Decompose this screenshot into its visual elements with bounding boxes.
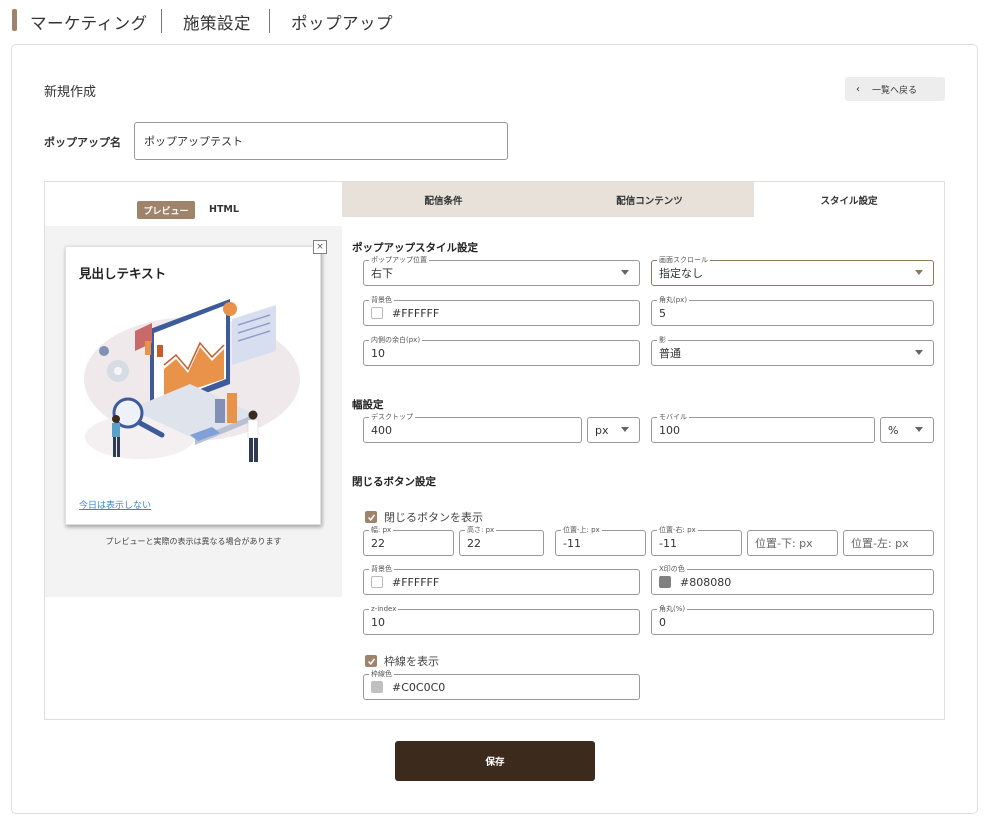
padding-label: 内側の余白(px): [369, 336, 423, 344]
show-border-checkbox[interactable]: [365, 655, 377, 667]
breadcrumb-campaign-settings[interactable]: 施策設定: [183, 10, 251, 34]
breadcrumb-divider: [269, 9, 270, 33]
popup-name-value: ポップアップテスト: [144, 135, 243, 148]
breadcrumb-popup: ポップアップ: [291, 14, 393, 33]
mobile-width-value: 100: [659, 423, 680, 437]
show-close-checkbox[interactable]: [365, 511, 377, 523]
close-bottom-placeholder: 位置-下: px: [755, 537, 813, 550]
desktop-unit-value: px: [595, 423, 609, 437]
bg-color-swatch[interactable]: [371, 307, 383, 319]
close-bottom-input[interactable]: 位置-下: px: [747, 530, 838, 556]
x-color-value: #808080: [680, 575, 732, 589]
breadcrumb-divider: [161, 9, 162, 33]
shadow-select[interactable]: 普通: [651, 340, 934, 366]
padding-value: 10: [371, 346, 385, 360]
screen-scroll-label: 画面スクロール: [657, 256, 710, 264]
close-bg-color-field[interactable]: #FFFFFF: [363, 569, 640, 595]
mobile-width-label: モバイル: [657, 413, 689, 421]
close-height-label: 高さ: px: [465, 526, 497, 534]
section-close-button: 閉じるボタン設定: [352, 476, 436, 488]
screen-scroll-value: 指定なし: [659, 267, 703, 280]
close-left-placeholder: 位置-左: px: [851, 537, 909, 550]
tab-delivery-content[interactable]: 配信コンテンツ: [545, 182, 754, 217]
popup-name-input[interactable]: ポップアップテスト: [134, 122, 508, 160]
close-radius-label: 角丸(%): [657, 605, 688, 613]
check-icon: [367, 514, 375, 521]
back-button-label: 一覧へ戻る: [872, 85, 918, 96]
zindex-value: 10: [371, 615, 385, 629]
show-close-checkbox-row[interactable]: 閉じるボタンを表示: [365, 509, 483, 525]
close-width-label: 幅: px: [369, 526, 394, 534]
border-color-value: #C0C0C0: [392, 680, 446, 694]
breadcrumb-marketing[interactable]: マーケティング: [30, 10, 148, 34]
chevron-left-icon: ‹: [856, 83, 860, 95]
close-width-value: 22: [371, 536, 385, 550]
bg-color-label: 背景色: [369, 296, 394, 304]
x-color-label: X印の色: [657, 565, 687, 573]
border-color-label: 枠線色: [369, 670, 394, 678]
check-icon: [367, 658, 375, 665]
close-bg-swatch[interactable]: [371, 576, 383, 588]
close-top-value: -11: [563, 536, 581, 550]
bg-color-value: #FFFFFF: [392, 306, 440, 320]
zindex-label: z-index: [369, 605, 399, 613]
tab-style-settings[interactable]: スタイル設定: [754, 182, 944, 217]
section-width: 幅設定: [352, 399, 384, 411]
shadow-label: 影: [657, 336, 668, 344]
popup-position-value: 右下: [371, 267, 393, 280]
popup-illustration: [84, 299, 300, 462]
breadcrumb-marker: [12, 9, 17, 31]
border-color-swatch[interactable]: [371, 681, 383, 693]
corner-radius-value: 5: [659, 306, 666, 320]
x-color-swatch[interactable]: [659, 576, 671, 588]
caret-down-icon: [915, 427, 923, 432]
save-button[interactable]: 保存: [395, 741, 595, 781]
mobile-unit-select[interactable]: %: [880, 417, 934, 443]
show-close-label: 閉じるボタンを表示: [384, 511, 483, 524]
popup-position-label: ポップアップ位置: [369, 256, 429, 264]
show-border-checkbox-row[interactable]: 枠線を表示: [365, 653, 439, 669]
dont-show-today-link[interactable]: 今日は表示しない: [79, 498, 151, 511]
close-radius-value: 0: [659, 615, 666, 629]
close-bg-label: 背景色: [369, 565, 394, 573]
preview-note: プレビューと実際の表示は異なる場合があります: [105, 537, 282, 546]
close-right-label: 位置-右: px: [657, 526, 698, 534]
bg-color-field[interactable]: #FFFFFF: [363, 300, 640, 326]
close-top-label: 位置-上: px: [561, 526, 602, 534]
mobile-unit-value: %: [888, 423, 899, 437]
corner-radius-input[interactable]: 5: [651, 300, 934, 326]
caret-down-icon: [621, 270, 629, 275]
section-popup-style: ポップアップスタイル設定: [352, 242, 478, 254]
tab-html[interactable]: HTML: [209, 204, 239, 215]
zindex-input[interactable]: 10: [363, 609, 640, 635]
desktop-width-value: 400: [371, 423, 392, 437]
back-to-list-button[interactable]: ‹ 一覧へ戻る: [845, 77, 945, 101]
caret-down-icon: [915, 270, 923, 275]
popup-heading: 見出しテキスト: [79, 266, 167, 281]
close-bg-value: #FFFFFF: [392, 575, 440, 589]
tab-delivery-conditions[interactable]: 配信条件: [342, 182, 545, 217]
x-color-field[interactable]: #808080: [651, 569, 934, 595]
popup-preview: [65, 246, 321, 525]
tab-preview[interactable]: プレビュー: [137, 201, 195, 219]
desktop-unit-select[interactable]: px: [587, 417, 640, 443]
close-height-value: 22: [467, 536, 481, 550]
shadow-value: 普通: [659, 347, 681, 360]
corner-radius-label: 角丸(px): [657, 296, 690, 304]
close-radius-input[interactable]: 0: [651, 609, 934, 635]
close-right-value: -11: [659, 536, 677, 550]
popup-close-button[interactable]: ×: [313, 240, 327, 254]
caret-down-icon: [915, 350, 923, 355]
caret-down-icon: [621, 427, 629, 432]
show-border-label: 枠線を表示: [384, 655, 439, 668]
close-left-input[interactable]: 位置-左: px: [843, 530, 934, 556]
popup-name-label: ポップアップ名: [44, 136, 121, 149]
border-color-field[interactable]: #C0C0C0: [363, 674, 640, 700]
page-title: 新規作成: [44, 85, 97, 100]
desktop-width-label: デスクトップ: [369, 413, 415, 421]
